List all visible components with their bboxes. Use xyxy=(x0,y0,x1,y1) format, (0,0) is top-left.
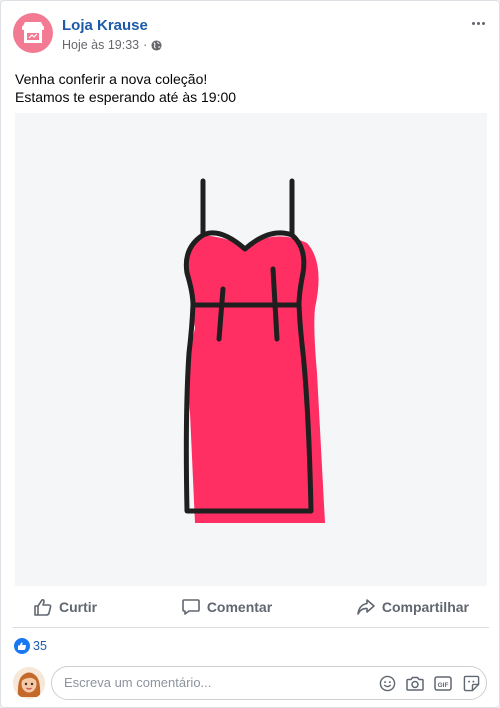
post-text: Venha conferir a nova coleção! Estamos t… xyxy=(15,70,236,106)
reaction-count: 35 xyxy=(33,639,47,653)
comment-icon xyxy=(182,599,200,615)
like-button[interactable]: Curtir xyxy=(33,597,97,617)
post-actions: Curtir Comentar Compartilhar xyxy=(13,589,489,625)
meta-separator: · xyxy=(143,38,148,52)
globe-icon xyxy=(151,39,162,51)
post-card: Loja Krause Hoje às 19:33 · Venha confer… xyxy=(0,0,500,708)
more-options-icon[interactable] xyxy=(467,15,489,31)
post-header: Loja Krause Hoje às 19:33 · xyxy=(13,13,489,57)
share-icon xyxy=(357,599,375,615)
gif-icon[interactable]: GIF xyxy=(434,674,452,692)
comment-button[interactable]: Comentar xyxy=(181,597,272,617)
user-avatar[interactable] xyxy=(13,667,45,699)
thumbs-up-icon xyxy=(34,598,52,616)
comment-box-icons: GIF xyxy=(378,674,480,692)
comment-label: Comentar xyxy=(206,599,273,615)
svg-text:GIF: GIF xyxy=(438,681,449,688)
page-avatar[interactable] xyxy=(13,13,53,53)
comment-input[interactable] xyxy=(64,675,344,690)
like-label: Curtir xyxy=(59,599,98,615)
post-text-line: Estamos te esperando até às 19:00 xyxy=(15,89,237,105)
camera-icon[interactable] xyxy=(406,674,424,692)
post-meta: Hoje às 19:33 · xyxy=(62,38,162,52)
post-text-line: Venha conferir a nova coleção! xyxy=(15,71,208,87)
comment-composer: GIF xyxy=(13,665,489,703)
share-button[interactable]: Compartilhar xyxy=(356,597,469,617)
reactions-summary[interactable]: 35 xyxy=(14,638,47,654)
store-icon xyxy=(22,22,44,43)
share-label: Compartilhar xyxy=(381,599,469,615)
divider xyxy=(13,627,489,628)
like-reaction-icon xyxy=(14,638,30,654)
post-timestamp[interactable]: Hoje às 19:33 xyxy=(62,38,139,52)
sticker-icon[interactable] xyxy=(462,674,480,692)
dress-illustration xyxy=(183,178,325,523)
page-name[interactable]: Loja Krause xyxy=(62,17,148,34)
comment-input-box[interactable]: GIF xyxy=(51,666,487,700)
post-image[interactable] xyxy=(15,113,487,586)
emoji-icon[interactable] xyxy=(378,674,396,692)
